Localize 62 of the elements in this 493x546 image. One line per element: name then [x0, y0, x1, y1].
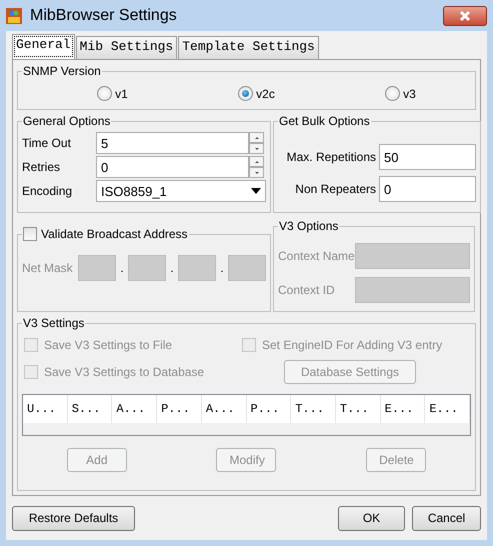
radio-button[interactable]: [385, 86, 400, 101]
checkbox-label: Save V3 Settings to Database: [44, 365, 204, 379]
column-header[interactable]: P...: [246, 395, 292, 423]
dialog-button[interactable]: Cancel: [412, 506, 481, 530]
octet-field[interactable]: [178, 255, 216, 281]
dot-separator: .: [169, 261, 175, 275]
app-icon: [6, 8, 22, 24]
input-field[interactable]: 0: [379, 176, 476, 202]
field-label: Time Out: [22, 136, 72, 150]
group-title: Get Bulk Options: [278, 114, 371, 128]
column-header[interactable]: T...: [336, 395, 381, 423]
input-field[interactable]: [355, 277, 470, 303]
radio-button[interactable]: [97, 86, 112, 101]
column-header[interactable]: P...: [157, 395, 202, 423]
radio-button[interactable]: [238, 86, 254, 101]
column-header[interactable]: E...: [380, 395, 426, 423]
radio-label: v1: [115, 86, 128, 100]
column-header[interactable]: T...: [291, 395, 336, 423]
input-field[interactable]: [355, 243, 470, 269]
dot-separator: .: [119, 261, 125, 275]
column-header[interactable]: E...: [425, 395, 470, 423]
close-button[interactable]: [443, 6, 487, 26]
group-title: General Options: [22, 114, 112, 128]
octet-field[interactable]: [228, 255, 266, 281]
radio-label: v2c: [256, 86, 275, 100]
dropdown[interactable]: ISO8859_1: [96, 180, 266, 202]
field-label: Context Name: [278, 249, 355, 263]
octet-field[interactable]: [78, 255, 116, 281]
field-label: Retries: [22, 160, 62, 174]
restore-defaults-button[interactable]: Restore Defaults: [12, 506, 135, 530]
checkbox-label: Validate Broadcast Address: [41, 227, 188, 241]
spin-down-button[interactable]: [249, 143, 264, 154]
column-header[interactable]: U...: [23, 395, 68, 423]
column-header[interactable]: A...: [112, 395, 158, 423]
window-title: MibBrowser Settings: [30, 6, 178, 24]
field-label: Max. Repetitions: [286, 150, 377, 164]
group-title: V3 Options: [278, 219, 340, 233]
field-label: Encoding: [22, 184, 74, 198]
field-label: Non Repeaters: [294, 182, 377, 196]
column-header[interactable]: A...: [202, 395, 247, 423]
tab[interactable]: Mib Settings: [76, 36, 178, 59]
number-field[interactable]: 0: [96, 156, 249, 178]
dot-separator: .: [219, 261, 225, 275]
spin-down-button[interactable]: [249, 167, 264, 178]
checkbox-label: Save V3 Settings to File: [44, 338, 172, 352]
dialog-button[interactable]: OK: [338, 506, 405, 530]
field-label: Context ID: [278, 283, 335, 297]
close-icon: [459, 10, 471, 22]
field-label: Net Mask: [22, 261, 74, 275]
column-header[interactable]: S...: [68, 395, 112, 423]
checkbox-label: Set EngineID For Adding V3 entry: [262, 338, 442, 352]
input-field[interactable]: 50: [379, 144, 476, 170]
spin-up-button[interactable]: [249, 132, 264, 143]
caret-icon: [251, 188, 261, 194]
spin-up-button[interactable]: [249, 156, 264, 167]
group-title: SNMP Version: [22, 64, 102, 78]
tab[interactable]: Template Settings: [178, 36, 319, 59]
tab[interactable]: General: [12, 34, 75, 59]
group-title: V3 Settings: [22, 316, 86, 330]
octet-field[interactable]: [128, 255, 166, 281]
number-field[interactable]: 5: [96, 132, 249, 154]
radio-label: v3: [403, 86, 416, 100]
